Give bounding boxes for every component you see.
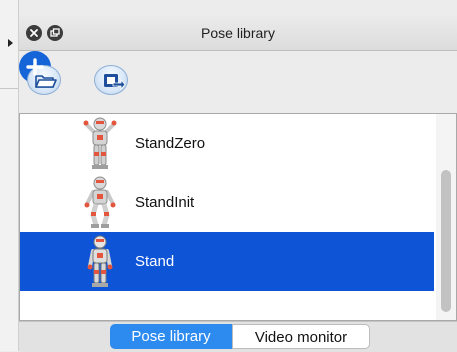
import-button[interactable]	[94, 65, 128, 95]
robot-pose-icon	[84, 176, 116, 228]
robot-pose-icon	[83, 117, 117, 169]
list-item-standzero[interactable]: StandZero	[20, 114, 434, 173]
vertical-scrollbar[interactable]	[436, 114, 456, 320]
panel-tabs: Pose library Video monitor	[19, 321, 457, 352]
tab-video-monitor[interactable]: Video monitor	[232, 324, 370, 349]
toolbar	[19, 51, 457, 113]
tab-pose-library[interactable]: Pose library	[110, 324, 232, 349]
pose-name: StandZero	[135, 135, 206, 152]
add-pose-button[interactable]	[19, 51, 51, 83]
list-item-stand[interactable]: Stand	[20, 232, 434, 291]
divider	[0, 88, 18, 89]
robot-pose-icon	[87, 235, 113, 287]
pose-name: StandInit	[135, 194, 195, 211]
panel-title: Pose library	[201, 25, 275, 41]
side-panel-edge	[0, 0, 19, 351]
pose-list[interactable]: StandZero StandInit Stand	[19, 113, 457, 321]
scrollbar-thumb[interactable]	[441, 170, 451, 312]
plus-icon	[26, 58, 44, 76]
pose-library-panel: Pose library StandZero StandInit Stand P…	[19, 0, 457, 352]
panel-titlebar: Pose library	[19, 16, 457, 51]
import-icon	[104, 74, 126, 91]
pose-name: Stand	[135, 253, 175, 270]
expand-arrow-icon[interactable]	[8, 39, 13, 47]
list-item-standinit[interactable]: StandInit	[20, 173, 434, 232]
